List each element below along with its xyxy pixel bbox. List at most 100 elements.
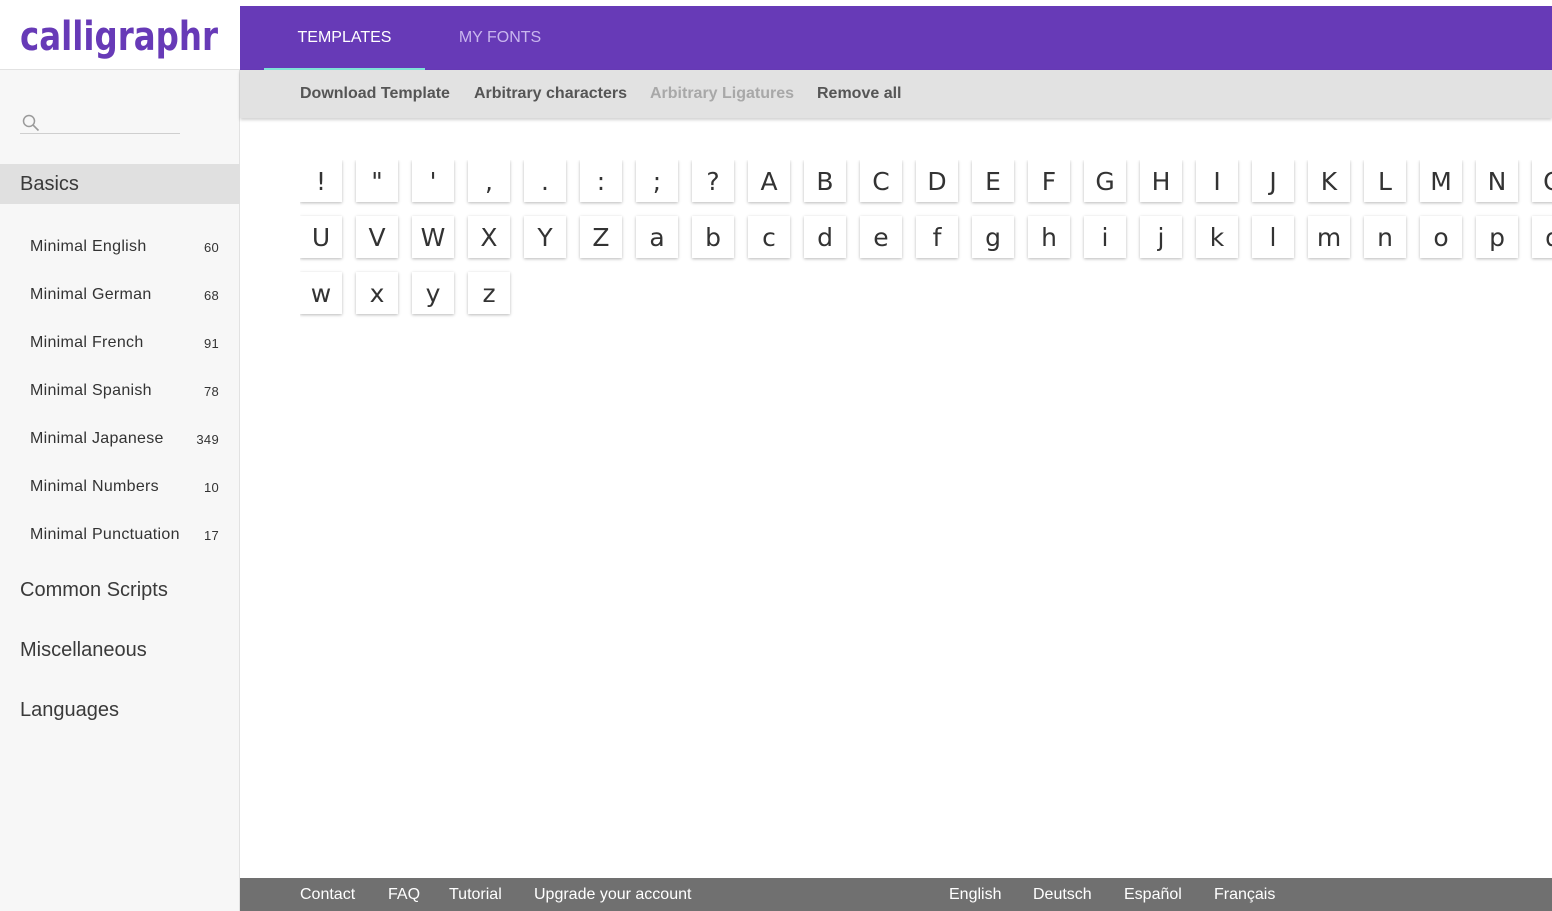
sidebar-item-label: Minimal English xyxy=(30,238,147,255)
sidebar-item-label: Minimal Numbers xyxy=(30,478,159,495)
footer-tutorial-link[interactable]: Tutorial xyxy=(449,878,502,911)
sidebar-item-count: 349 xyxy=(196,431,219,447)
search-icon xyxy=(22,114,40,132)
sidebar-item-minimal-spanish[interactable]: Minimal Spanish 78 xyxy=(0,371,240,411)
footer-faq-link[interactable]: FAQ xyxy=(388,878,420,911)
character-tile[interactable]: ? xyxy=(692,160,734,202)
sidebar-item-count: 17 xyxy=(203,527,219,543)
remove-all-button[interactable]: Remove all xyxy=(817,70,901,118)
arbitrary-characters-button[interactable]: Arbitrary characters xyxy=(474,70,627,118)
character-tile[interactable]: " xyxy=(356,160,398,202)
sidebar-item-minimal-french[interactable]: Minimal French 91 xyxy=(0,323,240,363)
character-tile[interactable]: B xyxy=(804,160,846,202)
character-tile[interactable]: E xyxy=(972,160,1014,202)
character-tile[interactable]: n xyxy=(1364,216,1406,258)
character-tile[interactable]: x xyxy=(356,272,398,314)
calligraphr-logo: calligraphr xyxy=(20,14,218,60)
character-tile[interactable]: F xyxy=(1028,160,1070,202)
character-tile[interactable]: i xyxy=(1084,216,1126,258)
template-toolbar: Download Template Arbitrary characters A… xyxy=(240,70,1552,118)
character-tile[interactable]: c xyxy=(748,216,790,258)
tab-templates[interactable]: TEMPLATES xyxy=(264,6,425,70)
sidebar-item-label: Minimal French xyxy=(30,334,144,351)
sidebar-item-minimal-japanese[interactable]: Minimal Japanese 349 xyxy=(0,419,240,459)
character-tile[interactable]: a xyxy=(636,216,678,258)
sidebar-item-minimal-numbers[interactable]: Minimal Numbers 10 xyxy=(0,467,240,507)
character-tile[interactable]: V xyxy=(356,216,398,258)
character-tile[interactable]: W xyxy=(412,216,454,258)
character-tile[interactable]: ' xyxy=(412,160,454,202)
character-tile[interactable]: h xyxy=(1028,216,1070,258)
search-input[interactable] xyxy=(46,110,178,132)
character-tile[interactable]: O xyxy=(1532,160,1552,202)
character-tile[interactable]: f xyxy=(916,216,958,258)
sidebar-item-count: 60 xyxy=(203,239,219,255)
character-tile[interactable]: A xyxy=(748,160,790,202)
character-tile[interactable]: l xyxy=(1252,216,1294,258)
character-tile[interactable]: Y xyxy=(524,216,566,258)
sidebar-item-label: Minimal Spanish xyxy=(30,382,152,399)
character-tile[interactable]: N xyxy=(1476,160,1518,202)
sidebar-item-count: 68 xyxy=(203,287,219,303)
character-tile[interactable]: U xyxy=(300,216,342,258)
character-tile[interactable]: j xyxy=(1140,216,1182,258)
footer-lang-espanol[interactable]: Español xyxy=(1124,878,1182,911)
character-tile[interactable]: d xyxy=(804,216,846,258)
download-template-button[interactable]: Download Template xyxy=(300,70,450,118)
character-tile[interactable]: L xyxy=(1364,160,1406,202)
tab-my-fonts[interactable]: MY FONTS xyxy=(425,6,575,70)
category-basics[interactable]: Basics xyxy=(0,164,240,204)
character-tile[interactable]: . xyxy=(524,160,566,202)
category-common-scripts[interactable]: Common Scripts xyxy=(0,570,240,610)
category-languages[interactable]: Languages xyxy=(0,690,240,730)
character-tile[interactable]: , xyxy=(468,160,510,202)
sidebar-item-label: Minimal German xyxy=(30,286,152,303)
character-grid: ! " ',.:;? ABCDEFGHIJKLMNO UVWXYZabcdefghijk… xyxy=(300,160,1552,320)
character-tile[interactable]: G xyxy=(1084,160,1126,202)
character-tile[interactable]: M xyxy=(1420,160,1462,202)
character-tile[interactable]: H xyxy=(1140,160,1182,202)
character-tile[interactable]: K xyxy=(1308,160,1350,202)
sidebar: calligraphr Basics Minimal English 60 Mi… xyxy=(0,6,240,911)
arbitrary-ligatures-button[interactable]: Arbitrary Ligatures xyxy=(650,70,794,118)
footer-lang-english[interactable]: English xyxy=(949,878,1001,911)
character-tile[interactable]: k xyxy=(1196,216,1238,258)
sidebar-item-minimal-english[interactable]: Minimal English 60 xyxy=(0,227,240,267)
character-tile[interactable]: D xyxy=(916,160,958,202)
character-tile[interactable]: g xyxy=(972,216,1014,258)
character-tile[interactable]: p xyxy=(1476,216,1518,258)
footer-lang-francais[interactable]: Français xyxy=(1214,878,1275,911)
character-tile[interactable]: z xyxy=(468,272,510,314)
character-tile[interactable]: C xyxy=(860,160,902,202)
character-tile[interactable]: q xyxy=(1532,216,1552,258)
character-tile[interactable]: J xyxy=(1252,160,1294,202)
footer-lang-deutsch[interactable]: Deutsch xyxy=(1033,878,1092,911)
sidebar-item-count: 91 xyxy=(203,335,219,351)
sidebar-item-count: 10 xyxy=(203,479,219,495)
character-tile[interactable]: y xyxy=(412,272,454,314)
character-tile[interactable]: ; xyxy=(636,160,678,202)
character-tile[interactable]: m xyxy=(1308,216,1350,258)
category-miscellaneous[interactable]: Miscellaneous xyxy=(0,630,240,670)
footer-contact-link[interactable]: Contact xyxy=(300,878,355,911)
footer: Contact FAQ Tutorial Upgrade your accoun… xyxy=(240,878,1552,911)
character-tile[interactable]: w xyxy=(300,272,342,314)
character-tile[interactable]: : xyxy=(580,160,622,202)
logo[interactable]: calligraphr xyxy=(0,6,240,70)
character-tile[interactable]: ! xyxy=(300,160,342,202)
sidebar-item-label: Minimal Punctuation xyxy=(30,526,180,543)
sidebar-item-count: 78 xyxy=(203,383,219,399)
character-tile[interactable]: I xyxy=(1196,160,1238,202)
character-tile[interactable]: b xyxy=(692,216,734,258)
sidebar-item-minimal-german[interactable]: Minimal German 68 xyxy=(0,275,240,315)
search-box xyxy=(20,110,180,134)
top-nav: TEMPLATES MY FONTS xyxy=(240,6,1552,70)
footer-upgrade-link[interactable]: Upgrade your account xyxy=(534,878,691,911)
character-tile[interactable]: X xyxy=(468,216,510,258)
logo-text: calligraphr xyxy=(20,14,218,60)
character-tile[interactable]: e xyxy=(860,216,902,258)
sidebar-item-minimal-punctuation[interactable]: Minimal Punctuation 17 xyxy=(0,515,240,555)
sidebar-item-label: Minimal Japanese xyxy=(30,430,164,447)
character-tile[interactable]: Z xyxy=(580,216,622,258)
character-tile[interactable]: o xyxy=(1420,216,1462,258)
